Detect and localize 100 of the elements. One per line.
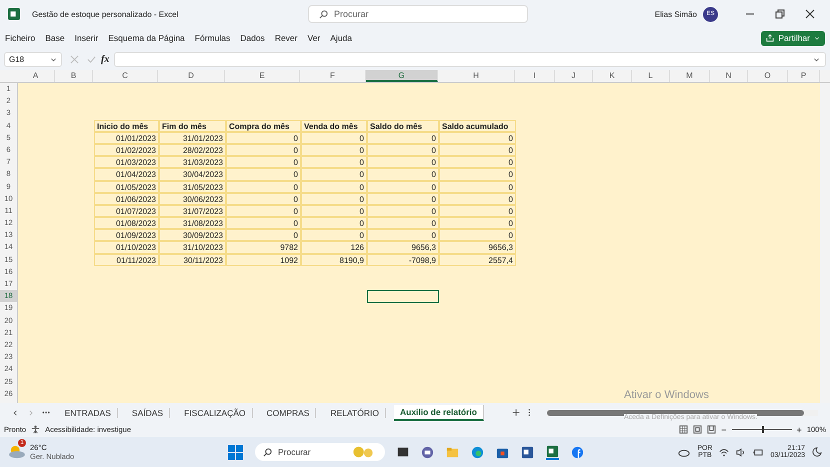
normal-view-icon[interactable] — [679, 425, 688, 434]
notification-icon[interactable] — [812, 447, 822, 457]
column-header[interactable]: P — [788, 70, 820, 82]
accessibility-icon[interactable] — [31, 425, 40, 434]
column-header[interactable]: G — [366, 70, 438, 82]
check-icon[interactable] — [87, 54, 96, 64]
table-cell: 01/03/2023 — [94, 156, 159, 168]
sheet-tab[interactable]: SAÍDAS — [126, 408, 170, 418]
search-icon — [263, 448, 272, 456]
menu-item[interactable]: Dados — [240, 33, 265, 43]
column-header[interactable]: J — [555, 70, 593, 82]
table-cell: 0 — [439, 144, 516, 156]
column-heading: Inicio do mês — [94, 120, 159, 132]
name-box[interactable]: G18 — [4, 52, 62, 66]
share-icon — [766, 34, 774, 42]
sheet-tab[interactable]: FISCALIZAÇÃO — [178, 408, 252, 418]
more-icon[interactable] — [42, 411, 51, 414]
table-cell: 0 — [439, 204, 516, 218]
menu-item[interactable]: Ficheiro — [5, 33, 36, 43]
column-header[interactable]: L — [632, 70, 670, 82]
taskbar-search-field[interactable]: Procurar — [255, 443, 385, 461]
menu-item[interactable]: Ver — [308, 33, 320, 43]
column-heading: Fim do mês — [159, 120, 226, 132]
column-header[interactable]: M — [670, 70, 710, 82]
table-cell: 0 — [301, 144, 367, 156]
table-cell: 0 — [226, 156, 301, 168]
table-cell: 0 — [226, 132, 301, 144]
zoom-out-button[interactable]: − — [721, 424, 727, 434]
add-sheet-icon[interactable] — [512, 408, 520, 417]
speaker-icon[interactable] — [736, 448, 746, 456]
table-cell: 01/04/2023 — [94, 168, 159, 181]
table-cell: 01/02/2023 — [94, 144, 159, 156]
facebook-icon[interactable] — [571, 446, 584, 458]
table-cell: 0 — [226, 192, 301, 205]
column-header[interactable]: I — [515, 70, 555, 82]
table-cell: 30/06/2023 — [159, 192, 226, 205]
page-break-icon[interactable] — [707, 425, 716, 434]
excel-icon[interactable] — [546, 444, 559, 460]
column-header[interactable]: H — [438, 70, 515, 82]
page-layout-icon[interactable] — [693, 425, 702, 434]
menu-item[interactable]: Ajuda — [330, 33, 352, 43]
table-cell: 01/07/2023 — [94, 204, 159, 218]
formula-input[interactable] — [114, 52, 826, 66]
start-icon[interactable] — [228, 444, 243, 460]
column-header[interactable]: O — [748, 70, 788, 82]
table-cell: 0 — [367, 156, 439, 168]
table-cell: 0 — [367, 180, 439, 193]
task-view-icon[interactable] — [397, 446, 409, 458]
table-cell: 31/03/2023 — [159, 156, 226, 168]
table-cell: 0 — [367, 204, 439, 218]
chat-icon[interactable] — [421, 446, 434, 458]
column-header[interactable]: A — [17, 70, 55, 82]
horizontal-scrollbar[interactable] — [546, 410, 818, 416]
column-header[interactable]: D — [158, 70, 225, 82]
table-cell: 01/10/2023 — [94, 241, 159, 254]
wifi-icon[interactable] — [719, 448, 730, 456]
table-cell: 31/05/2023 — [159, 180, 226, 193]
expand-icon[interactable] — [813, 56, 820, 62]
search-field[interactable]: Procurar — [308, 5, 528, 23]
cloud-icon[interactable] — [678, 448, 690, 456]
table-cell: 0 — [439, 217, 516, 230]
word-icon[interactable] — [521, 446, 534, 458]
table-cell: 0 — [367, 229, 439, 242]
menu-item[interactable]: Base — [45, 33, 65, 43]
table-cell: 31/10/2023 — [159, 241, 226, 254]
vertical-scrollbar[interactable] — [820, 83, 830, 403]
sheet-tab[interactable]: Auxilio de relatório — [394, 404, 484, 420]
sheet-tab[interactable]: ENTRADAS — [58, 408, 118, 418]
table-cell: 0 — [226, 217, 301, 230]
menu-item[interactable]: Fórmulas — [194, 33, 230, 43]
column-header[interactable]: N — [710, 70, 748, 82]
column-header[interactable]: E — [225, 70, 300, 82]
zoom-in-button[interactable]: + — [796, 424, 802, 434]
insert-function-button[interactable]: fx — [101, 54, 110, 64]
column-header[interactable]: B — [55, 70, 93, 82]
menu-item[interactable]: Inserir — [74, 33, 98, 43]
browser-icon[interactable] — [471, 446, 484, 458]
menu-item[interactable]: Esquema da Página — [108, 33, 185, 43]
more-icon[interactable] — [528, 408, 531, 417]
table-cell: 0 — [439, 132, 516, 144]
table-cell: 30/09/2023 — [159, 229, 226, 242]
restore-icon[interactable] — [775, 9, 785, 19]
table-cell: 1092 — [226, 254, 301, 266]
share-button[interactable]: Partilhar — [761, 30, 825, 46]
menu-item[interactable]: Rever — [274, 33, 298, 43]
column-header[interactable]: K — [593, 70, 632, 82]
search-icon — [319, 10, 328, 18]
table-cell: 0 — [367, 132, 439, 144]
zoom-thumb[interactable] — [762, 426, 764, 433]
close-icon[interactable] — [805, 9, 815, 19]
battery-icon[interactable] — [753, 448, 764, 456]
previous-icon[interactable] — [12, 408, 20, 416]
sheet-tab[interactable]: RELATÓRIO — [324, 408, 386, 418]
cell-selection[interactable] — [367, 290, 439, 303]
table-cell: 9656,3 — [367, 241, 439, 254]
table-cell: 01/09/2023 — [94, 229, 159, 242]
column-header[interactable]: C — [93, 70, 158, 82]
table-cell: 30/04/2023 — [159, 168, 226, 181]
sheet-tab[interactable]: COMPRAS — [260, 408, 316, 418]
table-cell: 0 — [301, 180, 367, 193]
